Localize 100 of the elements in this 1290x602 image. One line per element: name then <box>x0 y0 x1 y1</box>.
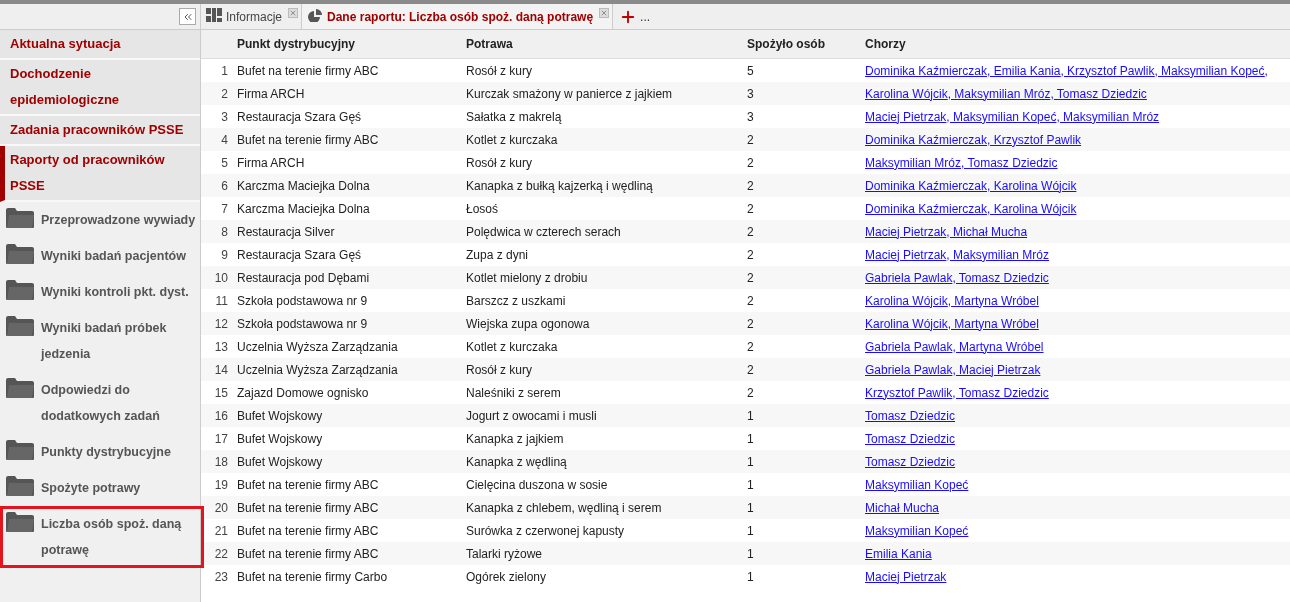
row-number: 9 <box>220 246 229 264</box>
table-cell-text: Barszcz z uszkami <box>466 292 567 310</box>
sidebar-section[interactable]: Dochodzenie epidemiologiczne <box>0 60 200 116</box>
patient-link[interactable]: , Maksymilian Kopeć <box>1154 63 1265 78</box>
table-cell-text: 2 <box>747 361 755 379</box>
table-cell-text: Kotlet z kurczaka <box>466 131 559 149</box>
folder-icon <box>5 315 35 337</box>
folder-icon <box>5 279 35 301</box>
folder-icon <box>5 439 35 461</box>
patient-link[interactable]: , Maksymilian Mróz <box>946 247 1050 262</box>
sidebar-section[interactable]: Zadania pracowników PSSE <box>0 116 200 146</box>
patient-link[interactable]: , Martyna Wróbel <box>952 339 1044 354</box>
row-number: 11 <box>214 292 229 310</box>
patient-link[interactable]: , Karolina Wójcik <box>987 201 1077 216</box>
patient-link[interactable]: , <box>1264 63 1268 78</box>
patient-link[interactable]: , Krzysztof Pawlik <box>987 132 1082 147</box>
row-number: 3 <box>220 108 229 126</box>
table-cell-text: Kanapka z chlebem, wędliną i serem <box>466 499 663 517</box>
row-number: 14 <box>213 361 229 379</box>
column-header[interactable]: Spożyło osób <box>747 35 865 53</box>
table-cell-text: Łosoś <box>466 200 500 218</box>
sidebar-folder-item[interactable]: Wyniki badań pacjentów <box>0 238 200 274</box>
table-cell-text: Uczelnia Wyższa Zarządzania <box>237 338 399 356</box>
patient-link[interactable]: Maksymilian Kopeć <box>865 523 969 538</box>
patient-link[interactable]: Karolina Wójcik <box>865 316 948 331</box>
column-header[interactable]: Punkt dystrybucyjny <box>237 35 466 53</box>
collapse-sidebar-button[interactable] <box>179 8 196 25</box>
row-number: 4 <box>220 131 229 149</box>
row-number: 17 <box>213 430 229 448</box>
patient-link[interactable]: , Karolina Wójcik <box>987 178 1077 193</box>
table-cell-text: 2 <box>747 269 755 287</box>
patient-link[interactable]: Maksymilian Mróz <box>865 155 961 170</box>
patient-link[interactable]: Karolina Wójcik <box>865 86 948 101</box>
tab[interactable]: Dane raportu: Liczba osób spoż. daną potrawę <box>302 4 614 29</box>
patient-link[interactable]: Michał Mucha <box>865 500 940 515</box>
sidebar-section[interactable]: Aktualna sytuacja <box>0 30 200 60</box>
table-cell-text: Kanapka z jajkiem <box>466 430 565 448</box>
table-cell-text: Rosół z kury <box>466 154 534 172</box>
sidebar-folder-item[interactable]: Wyniki badań próbek jedzenia <box>0 310 200 372</box>
row-number: 18 <box>213 453 229 471</box>
patient-link[interactable]: Karolina Wójcik <box>865 293 948 308</box>
sidebar-folder-item[interactable]: Spożyte potrawy <box>0 470 200 506</box>
table-cell-text: Restauracja pod Dębami <box>237 269 371 287</box>
sidebar-folder-item[interactable]: Liczba osób spoż. daną potrawę <box>0 506 204 568</box>
patient-link[interactable]: , Michał Mucha <box>946 224 1028 239</box>
patient-link[interactable]: Maciej Pietrzak <box>865 569 947 584</box>
table-cell-text: Firma ARCH <box>237 85 306 103</box>
table-cell-text: Kotlet mielony z drobiu <box>466 269 589 287</box>
sidebar-folder-item[interactable]: Punkty dystrybucyjne <box>0 434 200 470</box>
more-tabs-button[interactable]: ... <box>640 7 651 26</box>
patient-link[interactable]: Emilia Kania <box>865 546 932 561</box>
table-cell-text: Wiejska zupa ogonowa <box>466 315 591 333</box>
patient-link[interactable]: Tomasz Dziedzic <box>865 454 956 469</box>
sidebar-section[interactable]: Raporty od pracowników PSSE <box>0 146 200 202</box>
table-cell-text: 1 <box>747 476 755 494</box>
close-tab-button[interactable] <box>288 8 299 18</box>
table-cell-text: 2 <box>747 154 755 172</box>
row-number: 21 <box>213 522 229 540</box>
table-cell-text: 2 <box>747 315 755 333</box>
table-cell-text: Kurczak smażony w panierce z jajkiem <box>466 85 674 103</box>
table-cell-text: 2 <box>747 223 755 241</box>
sidebar-folder-item[interactable]: Wyniki kontroli pkt. dyst. <box>0 274 200 310</box>
patient-link[interactable]: , Maksymilian Mróz <box>1056 109 1160 124</box>
table-cell-text: 1 <box>747 453 755 471</box>
row-number: 5 <box>220 154 229 172</box>
close-tab-button[interactable] <box>599 8 610 18</box>
patient-link[interactable]: , Martyna Wróbel <box>947 316 1039 331</box>
patient-link[interactable]: Maksymilian Kopeć <box>865 477 969 492</box>
table-cell-text: Polędwica w czterech serach <box>466 223 622 241</box>
row-number: 20 <box>213 499 229 517</box>
tab[interactable]: Informacje <box>201 4 303 29</box>
column-header[interactable]: Potrawa <box>466 35 747 53</box>
column-header[interactable]: Chorzy <box>865 35 1290 53</box>
table-cell-text: 3 <box>747 85 755 103</box>
row-number: 22 <box>213 545 229 563</box>
patient-link[interactable]: , Tomasz Dziedzic <box>952 270 1049 285</box>
folder-icon <box>5 207 35 229</box>
table-cell-text: 2 <box>747 292 755 310</box>
patient-link[interactable]: , Tomasz Dziedzic <box>1050 86 1147 101</box>
close-icon <box>289 9 298 17</box>
table-cell-text: 2 <box>747 246 755 264</box>
sidebar-folder-item[interactable]: Przeprowadzone wywiady <box>0 202 200 238</box>
table-cell-text: 1 <box>747 522 755 540</box>
patient-link[interactable]: Tomasz Dziedzic <box>865 431 956 446</box>
patient-link[interactable]: Tomasz Dziedzic <box>865 408 956 423</box>
patient-link[interactable]: , Martyna Wróbel <box>947 293 1039 308</box>
row-number: 19 <box>213 476 229 494</box>
table-cell-text: Szkoła podstawowa nr 9 <box>237 292 369 310</box>
patient-link[interactable]: , Maciej Pietrzak <box>952 362 1041 377</box>
table-cell-text: Rosół z kury <box>466 62 534 80</box>
table-cell-text: Bufet Wojskowy <box>237 430 324 448</box>
close-icon <box>600 9 609 17</box>
patient-link[interactable]: , Tomasz Dziedzic <box>961 155 1058 170</box>
row-number: 2 <box>220 85 229 103</box>
folder-icon <box>5 377 35 399</box>
sidebar-folder-item[interactable]: Odpowiedzi do dodatkowych zadań <box>0 372 200 434</box>
table-cell-text: Karczma Maciejka Dolna <box>237 200 371 218</box>
row-number: 7 <box>220 200 229 218</box>
table-cell-text: Jogurt z owocami i musli <box>466 407 598 425</box>
patient-link[interactable]: , Tomasz Dziedzic <box>952 385 1049 400</box>
